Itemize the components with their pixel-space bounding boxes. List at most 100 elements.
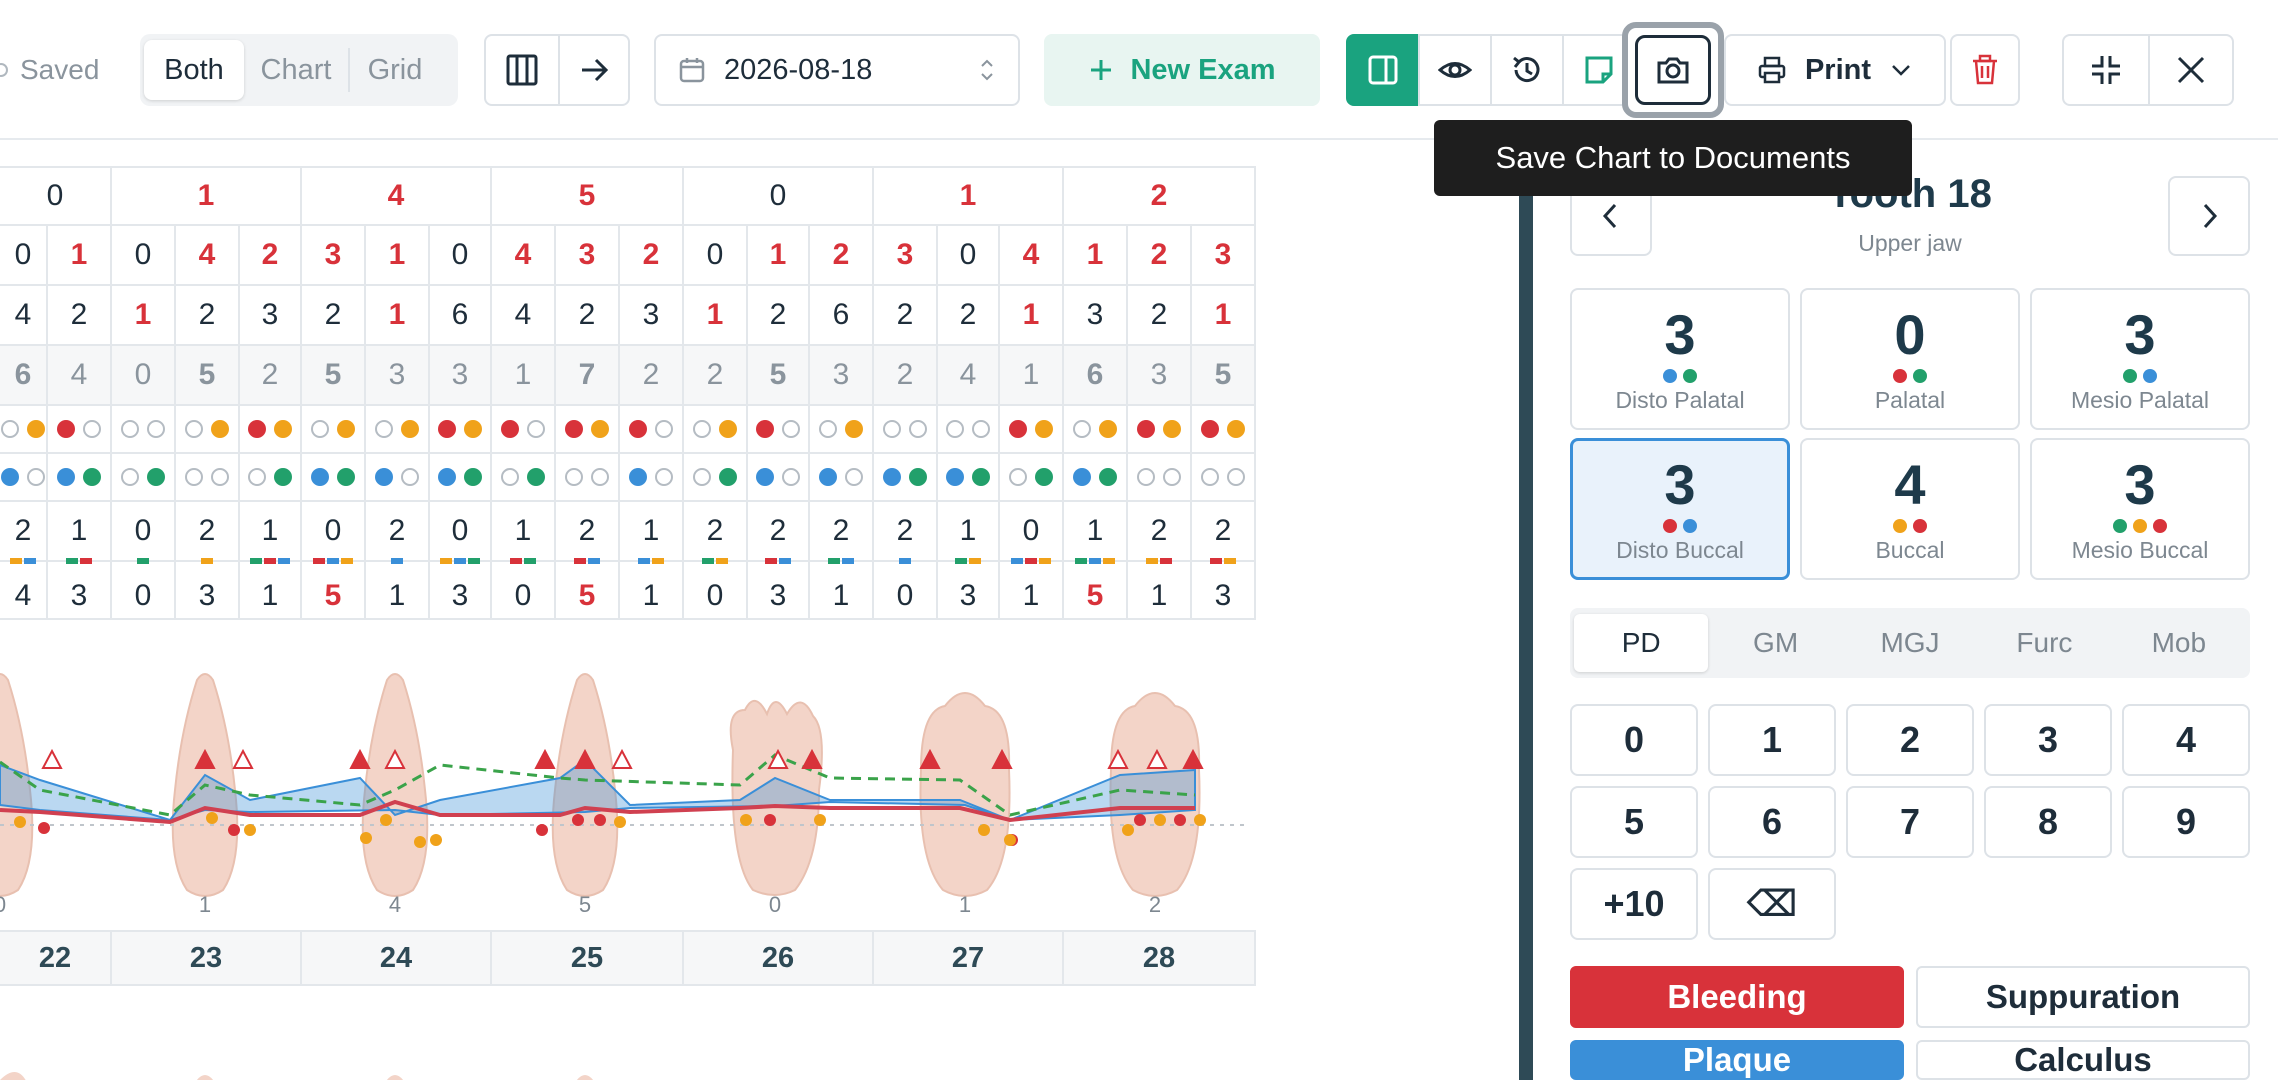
grid-cell[interactable]: 1 bbox=[240, 558, 302, 620]
grid-cell[interactable]: 2 bbox=[620, 226, 684, 286]
grid-dot-cell[interactable] bbox=[748, 454, 810, 502]
grid-cell[interactable]: 4 bbox=[492, 286, 556, 346]
grid-dot-cell[interactable] bbox=[240, 454, 302, 502]
grid-cell[interactable]: 3 bbox=[302, 226, 366, 286]
grid-dot-cell[interactable] bbox=[492, 454, 556, 502]
view-option-both[interactable]: Both bbox=[144, 40, 244, 100]
grid-cell[interactable]: 1 bbox=[810, 558, 874, 620]
grid-dot-cell[interactable] bbox=[938, 454, 1000, 502]
grid-cell[interactable]: 2 bbox=[48, 286, 112, 346]
grid-cell[interactable]: 1 bbox=[684, 286, 748, 346]
grid-cell[interactable]: 6 bbox=[810, 286, 874, 346]
keypad-key[interactable]: 5 bbox=[1570, 786, 1698, 858]
grid-cell[interactable]: 4 bbox=[176, 226, 240, 286]
next-arrow-button[interactable] bbox=[558, 34, 630, 106]
grid-cell[interactable]: 0 bbox=[302, 502, 366, 562]
site-card[interactable]: 4 Buccal bbox=[1800, 438, 2020, 580]
grid-cell[interactable]: 1 bbox=[492, 346, 556, 406]
grid-cell[interactable]: 0 bbox=[684, 226, 748, 286]
grid-dot-cell[interactable] bbox=[366, 406, 430, 454]
site-card[interactable]: 3 Mesio Palatal bbox=[2030, 288, 2250, 430]
grid-cell[interactable]: 3 bbox=[620, 286, 684, 346]
grid-cell[interactable]: 1 bbox=[240, 502, 302, 562]
keypad-key[interactable]: 2 bbox=[1846, 704, 1974, 776]
grid-cell[interactable]: 0 bbox=[1000, 502, 1064, 562]
grid-dot-cell[interactable] bbox=[874, 406, 938, 454]
columns-button[interactable] bbox=[484, 34, 560, 106]
keypad-key[interactable]: 0 bbox=[1570, 704, 1698, 776]
grid-cell[interactable]: 2 bbox=[684, 346, 748, 406]
grid-cell[interactable]: 7 bbox=[556, 346, 620, 406]
grid-dot-cell[interactable] bbox=[1192, 406, 1256, 454]
site-card[interactable]: 3 Disto Palatal bbox=[1570, 288, 1790, 430]
grid-cell[interactable]: 2 bbox=[176, 286, 240, 346]
grid-cell[interactable]: 5 bbox=[556, 558, 620, 620]
grid-dot-cell[interactable] bbox=[620, 406, 684, 454]
grid-cell[interactable]: 2 bbox=[0, 502, 48, 562]
grid-cell[interactable]: 5 bbox=[1192, 346, 1256, 406]
exam-date-select[interactable]: 2026-08-18 bbox=[654, 34, 1020, 106]
grid-cell[interactable]: 5 bbox=[1064, 558, 1128, 620]
grid-dot-cell[interactable] bbox=[620, 454, 684, 502]
grid-cell[interactable]: 1 bbox=[366, 558, 430, 620]
close-button[interactable] bbox=[2148, 34, 2234, 106]
view-option-grid[interactable]: Grid bbox=[350, 40, 440, 100]
grid-cell[interactable]: 3 bbox=[556, 226, 620, 286]
grid-dot-cell[interactable] bbox=[556, 406, 620, 454]
keypad-key[interactable]: +10 bbox=[1570, 868, 1698, 940]
grid-dot-cell[interactable] bbox=[1064, 406, 1128, 454]
grid-cell[interactable]: 1 bbox=[1064, 502, 1128, 562]
grid-cell[interactable]: 2 bbox=[176, 502, 240, 562]
grid-cell[interactable]: 2 bbox=[874, 502, 938, 562]
tab-mgj[interactable]: MGJ bbox=[1843, 614, 1977, 672]
grid-cell[interactable]: 2 bbox=[240, 346, 302, 406]
flag-bleeding-button[interactable]: Bleeding bbox=[1570, 966, 1904, 1028]
grid-dot-cell[interactable] bbox=[1192, 454, 1256, 502]
keypad-key[interactable]: 7 bbox=[1846, 786, 1974, 858]
grid-cell[interactable]: 1 bbox=[112, 286, 176, 346]
grid-dot-cell[interactable] bbox=[810, 406, 874, 454]
grid-cell[interactable]: 2 bbox=[1128, 226, 1192, 286]
grid-cell[interactable]: 3 bbox=[366, 346, 430, 406]
tooth-image[interactable] bbox=[919, 692, 1011, 897]
grid-cell[interactable]: 4 bbox=[492, 226, 556, 286]
grid-cell[interactable]: 1 bbox=[620, 502, 684, 562]
grid-cell[interactable]: 5 bbox=[748, 346, 810, 406]
grid-dot-cell[interactable] bbox=[684, 406, 748, 454]
grid-cell[interactable]: 2 bbox=[1128, 502, 1192, 562]
grid-dot-cell[interactable] bbox=[1128, 454, 1192, 502]
grid-dot-cell[interactable] bbox=[112, 406, 176, 454]
grid-cell[interactable]: 3 bbox=[1128, 346, 1192, 406]
grid-cell[interactable]: 1 bbox=[1000, 346, 1064, 406]
grid-cell[interactable]: 1 bbox=[1000, 286, 1064, 346]
grid-cell[interactable]: 3 bbox=[176, 558, 240, 620]
tab-pd[interactable]: PD bbox=[1574, 614, 1709, 672]
grid-cell[interactable]: 1 bbox=[366, 286, 430, 346]
grid-cell[interactable]: 3 bbox=[48, 558, 112, 620]
grid-dot-cell[interactable] bbox=[430, 454, 492, 502]
grid-dot-cell[interactable] bbox=[176, 454, 240, 502]
tooth-number-cell[interactable]: 23 bbox=[112, 930, 302, 986]
print-button[interactable]: Print bbox=[1724, 34, 1946, 106]
grid-cell[interactable]: 1 bbox=[366, 226, 430, 286]
grid-dot-cell[interactable] bbox=[430, 406, 492, 454]
grid-cell[interactable]: 4 bbox=[1000, 226, 1064, 286]
grid-cell[interactable]: 3 bbox=[240, 286, 302, 346]
grid-cell[interactable]: 0 bbox=[684, 558, 748, 620]
grid-cell[interactable]: 0 bbox=[492, 558, 556, 620]
grid-cell[interactable]: 3 bbox=[748, 558, 810, 620]
tooth-number-cell[interactable]: 26 bbox=[684, 930, 874, 986]
grid-cell[interactable]: 2 bbox=[684, 502, 748, 562]
keypad-key[interactable]: 4 bbox=[2122, 704, 2250, 776]
grid-dot-cell[interactable] bbox=[366, 454, 430, 502]
grid-cell[interactable]: 6 bbox=[430, 286, 492, 346]
grid-cell[interactable]: 2 bbox=[556, 502, 620, 562]
grid-dot-cell[interactable] bbox=[874, 454, 938, 502]
grid-cell[interactable]: 3 bbox=[430, 346, 492, 406]
grid-dot-cell[interactable] bbox=[112, 454, 176, 502]
grid-cell[interactable]: 0 bbox=[112, 558, 176, 620]
grid-cell[interactable]: 3 bbox=[1064, 286, 1128, 346]
grid-cell[interactable]: 3 bbox=[874, 226, 938, 286]
grid-cell[interactable]: 1 bbox=[1192, 286, 1256, 346]
tab-furc[interactable]: Furc bbox=[1977, 614, 2111, 672]
